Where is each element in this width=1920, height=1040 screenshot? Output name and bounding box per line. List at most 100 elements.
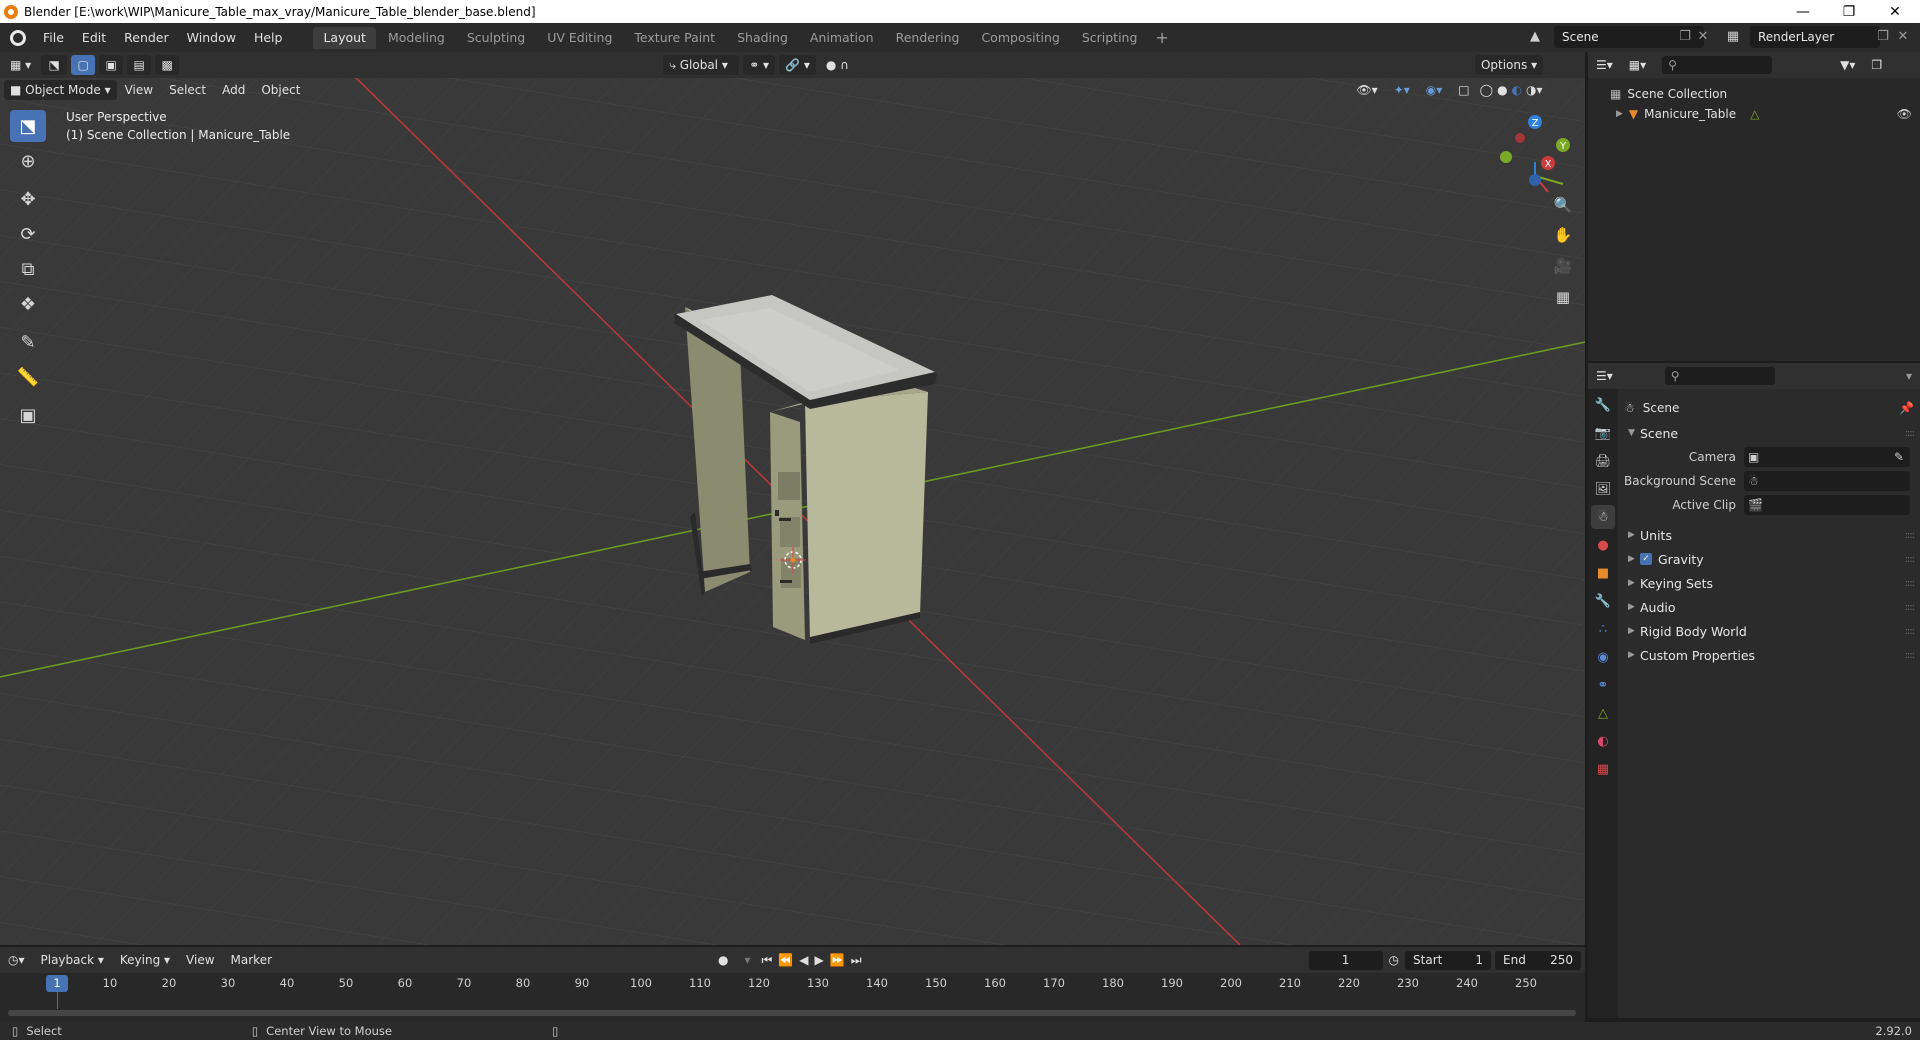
custom-properties-panel[interactable]: ▶ Custom Properties:::: (1620, 643, 1920, 667)
pin-icon[interactable]: 📌 (1899, 401, 1914, 415)
tab-shading[interactable]: Shading (727, 27, 798, 49)
play-icon[interactable]: ▶ (812, 953, 827, 967)
next-keyframe-icon[interactable]: ⏩ (827, 953, 848, 967)
viewport-menu-view[interactable]: View (117, 83, 161, 97)
start-frame-field[interactable]: Start 1 (1405, 950, 1492, 970)
frame-ruler[interactable]: 1 10 20 30 40 50 60 70 80 90 100 110 120… (0, 975, 1585, 993)
properties-search-input[interactable]: ⚲ (1664, 367, 1775, 385)
output-tab-icon[interactable]: 🖨 (1591, 449, 1615, 473)
gravity-checkbox[interactable]: ✓ (1640, 553, 1652, 565)
jump-end-icon[interactable]: ⏭ (848, 953, 865, 968)
proportional-edit-icon[interactable]: ● ∩ (820, 55, 855, 75)
modifiers-tab-icon[interactable]: 🔧 (1591, 589, 1615, 613)
custom-properties-drag-icon[interactable]: :::: (1905, 650, 1916, 661)
outliner-item-manicure-table[interactable]: ▶ ▼ Manicure_Table △ 👁 (1588, 104, 1920, 124)
units-panel[interactable]: ▶ Units:::: (1620, 523, 1920, 547)
keying-sets-drag-icon[interactable]: :::: (1905, 578, 1916, 589)
scene-browse-icon[interactable]: ▲ (1526, 28, 1544, 46)
zoom-icon[interactable]: 🔍 (1550, 192, 1576, 218)
view-layer-remove-icon[interactable]: ✕ (1894, 28, 1912, 46)
pan-hand-icon[interactable]: ✋ (1550, 222, 1576, 248)
tab-compositing[interactable]: Compositing (971, 27, 1069, 49)
particles-tab-icon[interactable]: ∴ (1591, 617, 1615, 641)
add-workspace-icon[interactable]: + (1149, 28, 1174, 47)
tab-layout[interactable]: Layout (313, 26, 376, 49)
options-dropdown[interactable]: Options ▾ (1474, 55, 1544, 75)
gravity-drag-icon[interactable]: :::: (1905, 554, 1916, 565)
camera-field[interactable]: ▣ ✎ (1744, 447, 1910, 467)
scene-new-icon[interactable]: ❐ (1676, 28, 1694, 46)
background-scene-field[interactable]: ☃ (1744, 471, 1910, 491)
annotate-tool-icon[interactable]: ✎ (10, 326, 46, 358)
tab-rendering[interactable]: Rendering (886, 27, 970, 49)
transform-tool-icon[interactable]: ❖ (10, 288, 46, 320)
render-tab-icon[interactable]: 📷 (1591, 421, 1615, 445)
keying-menu[interactable]: Keying ▾ (112, 953, 178, 967)
keying-sets-panel[interactable]: ▶ Keying Sets:::: (1620, 571, 1920, 595)
view-layer-browse-icon[interactable]: ▦ (1724, 28, 1742, 46)
view-layer-new-icon[interactable]: ❐ (1874, 28, 1892, 46)
marker-menu[interactable]: Marker (223, 953, 280, 967)
new-collection-icon[interactable]: ❐ (1863, 58, 1890, 72)
snap-icon[interactable]: 🔗 ▾ (779, 55, 816, 75)
constraints-tab-icon[interactable]: ⚭ (1591, 673, 1615, 697)
outliner-editor-type-icon[interactable]: ☰▾ (1588, 58, 1621, 72)
outliner-scene-collection[interactable]: ▦ Scene Collection (1588, 84, 1920, 104)
select-mode-invert-icon[interactable]: ▩ (155, 55, 180, 75)
viewport-menu-select[interactable]: Select (161, 83, 214, 97)
tab-scripting[interactable]: Scripting (1072, 27, 1148, 49)
end-frame-field[interactable]: End 250 (1495, 950, 1582, 970)
physics-tab-icon[interactable]: ◉ (1591, 645, 1615, 669)
expand-arrow-icon[interactable]: ▶ (1616, 109, 1623, 119)
play-reverse-icon[interactable]: ◀ (796, 953, 811, 967)
tab-texture-paint[interactable]: Texture Paint (624, 27, 725, 49)
gizmo-toggle-icon[interactable]: ✦▾ (1386, 83, 1418, 97)
keying-options-icon[interactable]: ▾ (737, 953, 759, 967)
material-tab-icon[interactable]: ◐ (1591, 729, 1615, 753)
select-mode-subtract-icon[interactable]: ▤ (127, 55, 152, 75)
viewport-menu-add[interactable]: Add (214, 83, 253, 97)
prev-keyframe-icon[interactable]: ⏪ (775, 953, 796, 967)
timeline-view-menu[interactable]: View (178, 953, 222, 967)
timeline-editor-type-icon[interactable]: ◷▾ (0, 953, 33, 967)
rigid-body-drag-icon[interactable]: :::: (1905, 626, 1916, 637)
texture-tab-icon[interactable]: ▦ (1591, 757, 1615, 781)
audio-panel[interactable]: ▶ Audio:::: (1620, 595, 1920, 619)
measure-tool-icon[interactable]: 📏 (10, 361, 46, 393)
pivot-point-icon[interactable]: ⚭ ▾ (743, 55, 776, 75)
viewport-menu-object[interactable]: Object (253, 83, 308, 97)
select-mode-extend-icon[interactable]: ▣ (99, 55, 124, 75)
menu-render[interactable]: Render (115, 23, 178, 52)
rendered-shading-icon[interactable]: ◑▾ (1524, 83, 1545, 97)
outliner-search-input[interactable]: ⚲ (1662, 56, 1773, 74)
tab-uv-editing[interactable]: UV Editing (537, 27, 622, 49)
transform-orientation-dropdown[interactable]: ⤷ Global ▾ (663, 55, 740, 75)
menu-file[interactable]: File (34, 23, 73, 52)
jump-start-icon[interactable]: ⏮ (759, 953, 776, 968)
wireframe-shading-icon[interactable]: ◯ (1478, 83, 1495, 97)
select-mode-new-icon[interactable]: ▢ (71, 55, 96, 75)
world-tab-icon[interactable]: ● (1591, 533, 1615, 557)
tab-sculpting[interactable]: Sculpting (457, 27, 535, 49)
drag-handle-icon[interactable]: :::: (1905, 428, 1916, 439)
cursor-tool-icon[interactable]: ⊕ (10, 145, 46, 177)
gravity-panel[interactable]: ▶ ✓ Gravity:::: (1620, 547, 1920, 571)
tab-modeling[interactable]: Modeling (378, 27, 455, 49)
select-tool-icon[interactable]: ⬔ (41, 55, 68, 75)
ortho-toggle-icon[interactable]: ▦ (1550, 284, 1576, 310)
scale-tool-icon[interactable]: ⧉ (10, 253, 46, 285)
rotate-tool-icon[interactable]: ⟳ (10, 218, 46, 250)
scene-tab-icon[interactable]: ☃ (1591, 505, 1615, 529)
tool-tab-icon[interactable]: 🔧 (1591, 393, 1615, 417)
current-frame-field[interactable]: 1 (1308, 950, 1383, 970)
eyedropper-icon[interactable]: ✎ (1894, 450, 1904, 464)
3d-viewport[interactable]: Z Y X ▦ ▾ ⬔ ▢ ▣ ▤ ▩ ⤷ Global ▾ ⚭ ▾ 🔗 ▾ ●… (0, 52, 1585, 945)
menu-window[interactable]: Window (178, 23, 245, 52)
minimize-button[interactable]: — (1780, 0, 1826, 23)
timeline-scrollbar[interactable] (8, 1010, 1576, 1016)
restore-button[interactable]: ❐ (1826, 0, 1872, 23)
scene-remove-icon[interactable]: ✕ (1694, 28, 1712, 46)
editor-type-icon[interactable]: ▦ ▾ (4, 55, 37, 75)
view-layer-tab-icon[interactable]: 🖼 (1591, 477, 1615, 501)
filter-icon[interactable]: ▼▾ (1832, 58, 1863, 72)
